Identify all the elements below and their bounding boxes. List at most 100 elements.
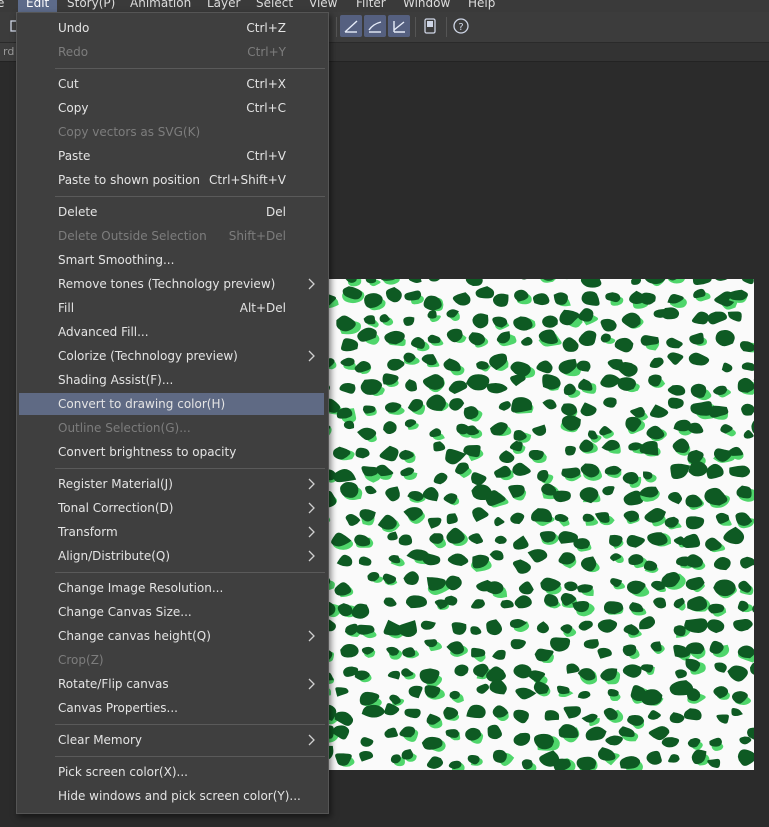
menu-item-label: Smart Smoothing...: [58, 253, 175, 267]
leopard-spot: [667, 352, 684, 365]
menu-item-change-canvas-size[interactable]: Change Canvas Size...: [19, 601, 324, 623]
help-icon[interactable]: ?: [450, 15, 472, 37]
leopard-spot: [621, 312, 641, 329]
menu-item-copy[interactable]: Copy Ctrl+C: [19, 97, 324, 119]
leopard-spot: [521, 279, 527, 280]
menu-separator: [55, 572, 325, 573]
leopard-spot: [379, 445, 399, 462]
leopard-spot: [445, 729, 459, 738]
menu-story[interactable]: Story(P): [67, 0, 115, 12]
menu-item-register-material[interactable]: Register Material(J): [19, 473, 324, 495]
menu-item-change-canvas-height[interactable]: Change canvas height(Q): [19, 625, 324, 647]
menu-item-smart-smoothing[interactable]: Smart Smoothing...: [19, 249, 324, 271]
menu-item-delete[interactable]: Delete Del: [19, 201, 324, 223]
menu-item-shading-assist[interactable]: Shading Assist(F)...: [19, 369, 324, 391]
leopard-spot: [401, 749, 414, 760]
leopard-spot: [361, 704, 385, 718]
special-ruler-snap-icon[interactable]: [364, 15, 386, 37]
leopard-spot: [446, 527, 465, 544]
menu-item-convert-brightness-to-opacity[interactable]: Convert brightness to opacity: [19, 441, 324, 463]
leopard-spot: [451, 622, 467, 635]
menu-item-tonal-correction[interactable]: Tonal Correction(D): [19, 497, 324, 519]
menu-item-redo[interactable]: Redo Ctrl+Y: [19, 41, 324, 63]
submenu-arrow-icon: [308, 630, 315, 642]
menu-item-label: Crop(Z): [58, 653, 104, 667]
leopard-spot: [465, 425, 480, 436]
menu-item-paste[interactable]: Paste Ctrl+V: [19, 145, 324, 167]
submenu-arrow-icon: [308, 350, 315, 362]
canvas-tab[interactable]: rd: [0, 43, 18, 61]
leopard-spot: [713, 557, 731, 571]
menu-item-undo[interactable]: Undo Ctrl+Z: [19, 17, 324, 39]
leopard-spot: [649, 404, 669, 418]
menu-separator: [55, 196, 325, 197]
leopard-spot: [597, 619, 618, 633]
leopard-spot: [646, 425, 665, 440]
submenu-arrow-icon: [308, 678, 315, 690]
leopard-spot: [468, 332, 486, 346]
menu-item-canvas-properties[interactable]: Canvas Properties...: [19, 697, 324, 719]
menu-file[interactable]: e: [0, 0, 4, 12]
menu-animation[interactable]: Animation: [130, 0, 191, 12]
menu-item-colorize[interactable]: Colorize (Technology preview): [19, 345, 324, 367]
menu-view[interactable]: View: [309, 0, 337, 12]
leopard-spot: [578, 330, 597, 347]
menu-item-remove-tones[interactable]: Remove tones (Technology preview): [19, 273, 324, 295]
toolbar-divider: [415, 17, 416, 37]
leopard-spot: [510, 512, 525, 525]
menu-item-label: Remove tones (Technology preview): [58, 277, 276, 291]
leopard-spot: [553, 292, 568, 305]
leopard-spot: [646, 750, 662, 765]
leopard-spot: [707, 311, 728, 325]
menu-item-paste-to-shown-position[interactable]: Paste to shown position Ctrl+Shift+V: [19, 169, 324, 191]
leopard-spot: [499, 450, 515, 464]
leopard-spot: [562, 337, 579, 352]
menu-item-hide-windows-pick-screen-color[interactable]: Hide windows and pick screen color(Y)...: [19, 785, 324, 807]
leopard-spot: [518, 581, 534, 595]
leopard-spot: [673, 625, 686, 637]
leopard-spot: [446, 513, 458, 525]
menu-item-align-distribute[interactable]: Align/Distribute(Q): [19, 545, 324, 567]
leopard-spot: [741, 403, 754, 416]
leopard-spot: [672, 438, 690, 454]
menu-item-cut[interactable]: Cut Ctrl+X: [19, 73, 324, 95]
menu-item-shortcut: Ctrl+V: [246, 149, 286, 163]
menu-item-outline-selection[interactable]: Outline Selection(G)...: [19, 417, 324, 439]
leopard-spot: [706, 463, 724, 479]
menu-item-convert-to-drawing-color[interactable]: Convert to drawing color(H): [19, 393, 324, 415]
menu-item-crop[interactable]: Crop(Z): [19, 649, 324, 671]
leopard-spot: [509, 440, 523, 452]
leopard-spot: [685, 516, 705, 530]
smartphone-icon[interactable]: [419, 15, 441, 37]
menu-item-fill[interactable]: Fill Alt+Del: [19, 297, 324, 319]
leopard-spot: [339, 383, 356, 394]
menu-item-copy-vectors-svg[interactable]: Copy vectors as SVG(K): [19, 121, 324, 143]
leopard-spot: [578, 378, 593, 391]
menu-item-delete-outside-selection[interactable]: Delete Outside Selection Shift+Del: [19, 225, 324, 247]
leopard-spot: [513, 535, 529, 550]
menu-item-advanced-fill[interactable]: Advanced Fill...: [19, 321, 324, 343]
menu-help[interactable]: Help: [468, 0, 495, 12]
leopard-spot: [489, 550, 504, 561]
grid-snap-icon[interactable]: [388, 15, 410, 37]
menu-item-shortcut: Alt+Del: [239, 301, 286, 315]
menu-select[interactable]: Select: [256, 0, 293, 12]
menu-item-transform[interactable]: Transform: [19, 521, 324, 543]
menu-item-rotate-flip-canvas[interactable]: Rotate/Flip canvas: [19, 673, 324, 695]
menu-item-change-image-resolution[interactable]: Change Image Resolution...: [19, 577, 324, 599]
menu-window[interactable]: Window: [403, 0, 450, 12]
ruler-snap-icon[interactable]: [340, 15, 362, 37]
menu-item-label: Convert to drawing color(H): [58, 397, 226, 411]
leopard-spot: [449, 398, 465, 411]
menu-filter[interactable]: Filter: [356, 0, 386, 12]
leopard-spot: [447, 553, 469, 566]
submenu-arrow-icon: [308, 278, 315, 290]
menu-edit[interactable]: Edit: [18, 0, 58, 12]
menu-item-clear-memory[interactable]: Clear Memory: [19, 729, 324, 751]
leopard-spot: [355, 447, 370, 459]
leopard-spot: [467, 754, 480, 765]
menu-item-label: Change canvas height(Q): [58, 629, 211, 643]
menu-item-pick-screen-color[interactable]: Pick screen color(X)...: [19, 761, 324, 783]
canvas[interactable]: [318, 279, 754, 770]
menu-layer[interactable]: Layer: [207, 0, 240, 12]
